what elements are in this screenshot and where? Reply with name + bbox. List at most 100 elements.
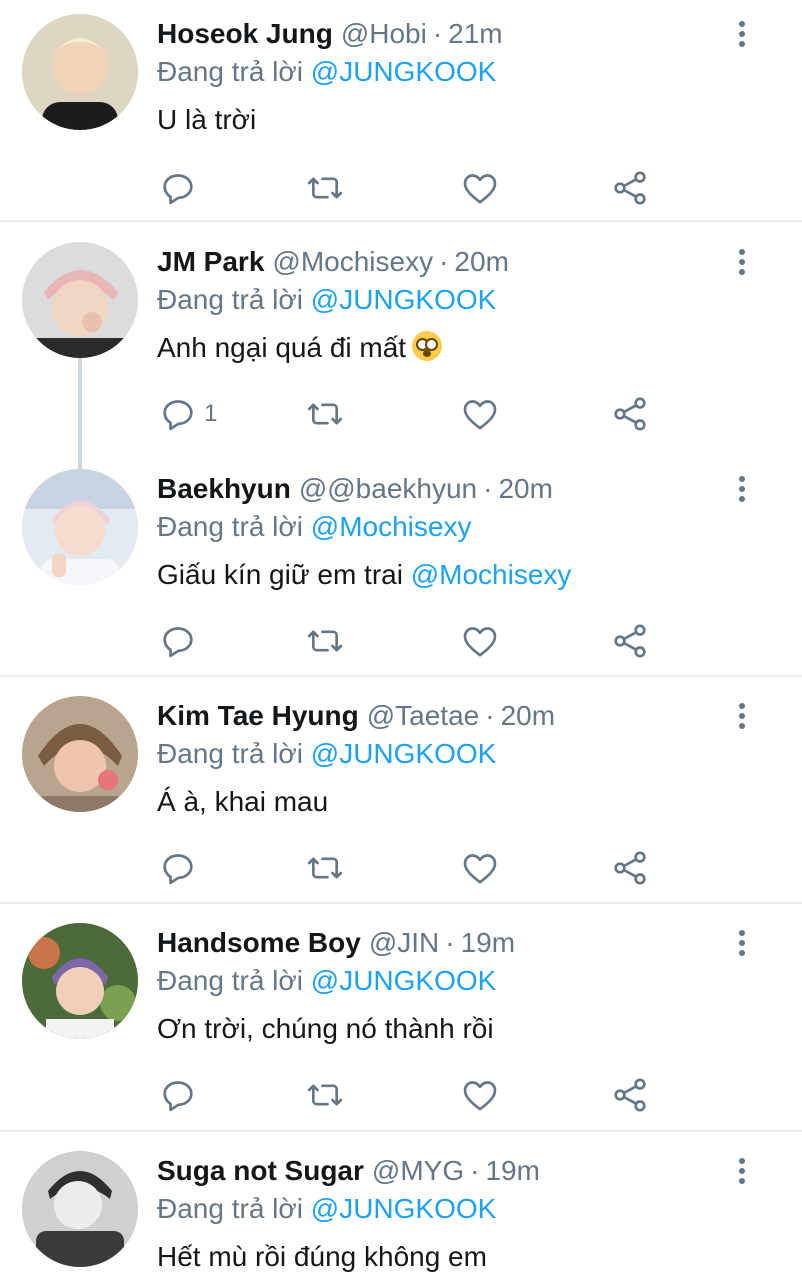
tweet-header: Handsome Boy @JIN · 19m xyxy=(157,923,515,963)
separator-dot: · xyxy=(445,927,455,958)
reply-button[interactable] xyxy=(158,619,204,663)
reply-mention[interactable]: @JUNGKOOK xyxy=(311,738,497,769)
tweet[interactable]: Suga not Sugar @MYG · 19m Đang trả lời @… xyxy=(0,1151,802,1280)
tweet-header: Baekhyun @@baekhyun · 20m xyxy=(157,469,553,509)
retweet-button[interactable] xyxy=(305,166,345,210)
tweet[interactable]: Baekhyun @@baekhyun · 20m Đang trả lời @… xyxy=(0,469,802,669)
heart-icon xyxy=(463,1081,497,1111)
share-button[interactable] xyxy=(610,392,650,436)
replying-to: Đang trả lời @JUNGKOOK xyxy=(157,280,496,320)
retweet-icon xyxy=(307,857,343,879)
avatar[interactable] xyxy=(22,696,138,812)
avatar[interactable] xyxy=(22,923,138,1039)
more-vertical-icon[interactable] xyxy=(726,1151,758,1191)
retweet-icon xyxy=(307,177,343,199)
display-name[interactable]: JM Park xyxy=(157,242,264,282)
separator-dot: · xyxy=(439,246,449,277)
share-icon xyxy=(614,1078,646,1112)
reply-icon xyxy=(163,174,193,205)
timestamp[interactable]: 20m xyxy=(501,696,555,736)
avatar[interactable] xyxy=(22,242,138,358)
tweet-text-content: Giấu kín giữ em trai xyxy=(157,559,411,590)
tweet[interactable]: Handsome Boy @JIN · 19m Đang trả lời @JU… xyxy=(0,923,802,1123)
tweet[interactable]: JM Park @Mochisexy · 20m Đang trả lời @J… xyxy=(0,242,802,442)
timestamp[interactable]: 20m xyxy=(498,469,552,509)
timestamp[interactable]: 19m xyxy=(485,1151,539,1191)
reply-icon xyxy=(163,854,193,885)
share-button[interactable] xyxy=(610,1073,650,1117)
username[interactable]: @@baekhyun xyxy=(299,469,477,509)
like-button[interactable] xyxy=(460,619,500,663)
heart-icon xyxy=(463,627,497,657)
reply-mention[interactable]: @Mochisexy xyxy=(311,511,472,542)
replying-to-label: Đang trả lời xyxy=(157,965,303,996)
reply-button[interactable] xyxy=(158,166,204,210)
timestamp[interactable]: 20m xyxy=(454,242,508,282)
divider xyxy=(0,902,802,904)
reply-icon xyxy=(163,1081,193,1112)
like-button[interactable] xyxy=(460,846,500,890)
reply-count: 1 xyxy=(204,400,218,427)
share-button[interactable] xyxy=(610,846,650,890)
display-name[interactable]: Suga not Sugar xyxy=(157,1151,364,1191)
text-mention[interactable]: @Mochisexy xyxy=(411,559,572,590)
tweet-actions: 1 xyxy=(0,392,802,436)
tweet-header: Suga not Sugar @MYG · 19m xyxy=(157,1151,540,1191)
username[interactable]: @Taetae xyxy=(367,696,480,736)
reply-mention[interactable]: @JUNGKOOK xyxy=(311,965,497,996)
retweet-button[interactable] xyxy=(305,846,345,890)
tweet-actions xyxy=(0,846,802,890)
display-name[interactable]: Handsome Boy xyxy=(157,923,361,963)
tweet[interactable]: Kim Tae Hyung @Taetae · 20m Đang trả lời… xyxy=(0,696,802,896)
retweet-button[interactable] xyxy=(305,1073,345,1117)
divider xyxy=(0,220,802,222)
username[interactable]: @MYG xyxy=(372,1151,464,1191)
username[interactable]: @Hobi xyxy=(341,14,427,54)
reply-button[interactable] xyxy=(158,846,204,890)
retweet-button[interactable] xyxy=(305,392,345,436)
reply-mention[interactable]: @JUNGKOOK xyxy=(311,56,497,87)
tweet-text: Hết mù rồi đúng không em xyxy=(157,1241,487,1272)
username[interactable]: @Mochisexy xyxy=(272,242,433,282)
more-vertical-icon[interactable] xyxy=(726,14,758,54)
timestamp[interactable]: 21m xyxy=(448,14,502,54)
retweet-icon xyxy=(307,630,343,652)
avatar[interactable] xyxy=(22,1151,138,1267)
tweet-header: JM Park @Mochisexy · 20m xyxy=(157,242,509,282)
tweet-text-content: Anh ngại quá đi mất xyxy=(157,332,407,363)
timestamp[interactable]: 19m xyxy=(461,923,515,963)
share-button[interactable] xyxy=(610,619,650,663)
retweet-icon xyxy=(307,403,343,425)
replying-to-label: Đang trả lời xyxy=(157,511,303,542)
like-button[interactable] xyxy=(460,392,500,436)
reply-icon xyxy=(163,400,193,431)
more-vertical-icon[interactable] xyxy=(726,923,758,963)
tweet-actions xyxy=(0,619,802,663)
more-vertical-icon[interactable] xyxy=(726,696,758,736)
more-vertical-icon[interactable] xyxy=(726,242,758,282)
tweet-text: Anh ngại quá đi mất xyxy=(157,328,443,368)
reply-button[interactable]: 1 xyxy=(158,392,217,436)
retweet-icon xyxy=(307,1084,343,1106)
tweet-text: U là trời xyxy=(157,104,257,135)
display-name[interactable]: Hoseok Jung xyxy=(157,14,333,54)
reply-mention[interactable]: @JUNGKOOK xyxy=(311,1193,497,1224)
heart-icon xyxy=(463,854,497,884)
tweet-header: Kim Tae Hyung @Taetae · 20m xyxy=(157,696,555,736)
retweet-button[interactable] xyxy=(305,619,345,663)
tweet-text: Giấu kín giữ em trai @Mochisexy xyxy=(157,555,571,595)
username[interactable]: @JIN xyxy=(369,923,439,963)
like-button[interactable] xyxy=(460,1073,500,1117)
avatar[interactable] xyxy=(22,14,138,130)
display-name[interactable]: Kim Tae Hyung xyxy=(157,696,359,736)
reply-mention[interactable]: @JUNGKOOK xyxy=(311,284,497,315)
display-name[interactable]: Baekhyun xyxy=(157,469,291,509)
divider xyxy=(0,675,802,677)
avatar[interactable] xyxy=(22,469,138,585)
like-button[interactable] xyxy=(460,166,500,210)
more-vertical-icon[interactable] xyxy=(726,469,758,509)
reply-button[interactable] xyxy=(158,1073,204,1117)
tweet[interactable]: Hoseok Jung @Hobi · 21m Đang trả lời @JU… xyxy=(0,14,802,214)
replying-to: Đang trả lời @JUNGKOOK xyxy=(157,52,496,92)
share-button[interactable] xyxy=(610,166,650,210)
